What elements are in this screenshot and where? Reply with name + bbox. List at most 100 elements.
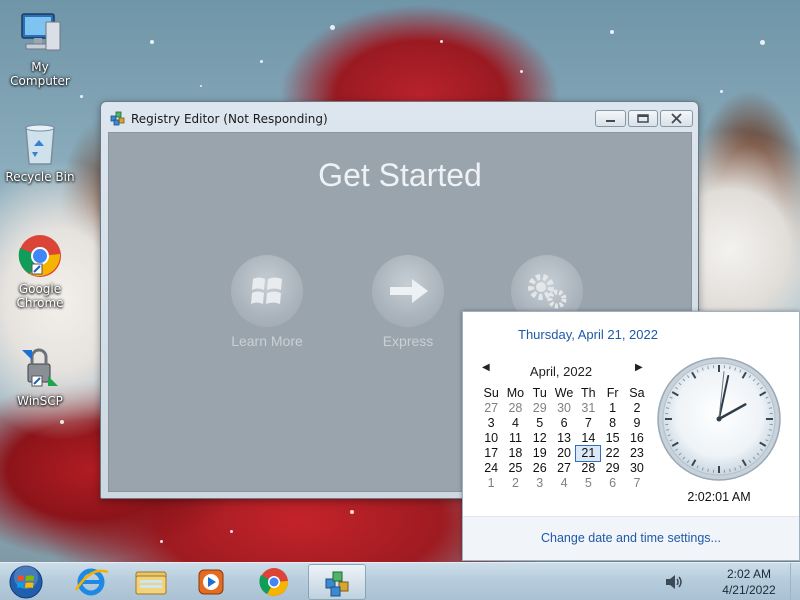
windows-orb-icon <box>9 565 43 599</box>
file-explorer-icon <box>135 571 167 595</box>
calendar-week-row: 17 18 19 20 21 22 23 <box>479 445 649 462</box>
volume-icon[interactable] <box>664 574 684 590</box>
calendar-day[interactable]: 30 <box>552 401 576 416</box>
taskbar-google-chrome[interactable] <box>245 564 303 600</box>
desktop-icon-google-chrome[interactable]: Google Chrome <box>0 232 80 310</box>
winscp-icon <box>16 344 64 392</box>
calendar-week-row: 3 4 5 6 7 8 9 <box>479 416 649 431</box>
taskbar-file-explorer[interactable] <box>122 564 180 600</box>
calendar-day[interactable]: 15 <box>600 431 624 446</box>
learn-more-button[interactable]: Learn More <box>222 255 312 349</box>
calendar-day[interactable]: 31 <box>576 401 600 416</box>
calendar-day[interactable]: 16 <box>625 431 649 446</box>
calendar-day[interactable]: 20 <box>552 446 576 461</box>
clock-calendar-flyout[interactable]: Thursday, April 21, 2022 ◀ April, 2022 ▶… <box>462 311 800 561</box>
calendar-day[interactable]: 8 <box>600 416 624 431</box>
calendar-day[interactable]: 25 <box>503 461 527 476</box>
calendar-day[interactable]: 12 <box>528 431 552 446</box>
windows-logo-icon <box>231 255 303 327</box>
calendar-week-row: 24 25 26 27 28 29 30 <box>479 461 649 476</box>
chrome-icon <box>16 232 64 280</box>
minimize-icon <box>606 120 615 122</box>
weekday-header: Mo <box>506 386 525 400</box>
calendar-day[interactable]: 5 <box>528 416 552 431</box>
calendar-day[interactable]: 7 <box>576 416 600 431</box>
calendar-day[interactable]: 19 <box>528 446 552 461</box>
taskbar-clock[interactable]: 2:02 AM 4/21/2022 <box>705 566 793 598</box>
media-player-icon <box>198 569 224 595</box>
clock-minute-tick <box>707 366 709 370</box>
next-month-button[interactable]: ▶ <box>635 362 643 373</box>
clock-minute-tick <box>666 429 670 431</box>
taskbar-media-player[interactable] <box>182 564 240 600</box>
calendar-day[interactable]: 22 <box>600 446 624 461</box>
calendar-day[interactable]: 14 <box>576 431 600 446</box>
arrow-right-icon <box>372 255 444 327</box>
previous-month-button[interactable]: ◀ <box>482 362 490 373</box>
express-label: Express <box>382 333 434 349</box>
window-titlebar[interactable]: Registry Editor (Not Responding) <box>101 102 698 132</box>
calendar-day[interactable]: 10 <box>479 431 503 446</box>
taskbar-internet-explorer[interactable] <box>62 564 120 600</box>
calendar-day[interactable]: 7 <box>625 476 649 491</box>
calendar-day[interactable]: 1 <box>479 476 503 491</box>
taskbar: 2:02 AM 4/21/2022 <box>0 562 800 600</box>
calendar-day[interactable]: 27 <box>552 461 576 476</box>
calendar-week-row: 10 11 12 13 14 15 16 <box>479 431 649 446</box>
clock-minute-tick <box>768 407 772 409</box>
desktop-icon-my-computer[interactable]: My Computer <box>0 10 80 88</box>
weekday-header: Fr <box>606 386 619 400</box>
calendar-day[interactable]: 27 <box>479 401 503 416</box>
calendar-day-today[interactable]: 21 <box>575 445 602 462</box>
calendar-day[interactable]: 23 <box>625 446 649 461</box>
weekday-header: Tu <box>532 386 547 400</box>
close-button[interactable] <box>660 110 693 127</box>
calendar-day[interactable]: 28 <box>503 401 527 416</box>
internet-explorer-icon <box>74 568 109 596</box>
calendar-day[interactable]: 11 <box>503 431 527 446</box>
desktop-icon-label-line2: Chrome <box>16 296 64 310</box>
calendar-day[interactable]: 4 <box>503 416 527 431</box>
calendar-day[interactable]: 28 <box>576 461 600 476</box>
calendar-month-label[interactable]: April, 2022 <box>503 364 619 379</box>
calendar-day[interactable]: 24 <box>479 461 503 476</box>
calendar-day[interactable]: 30 <box>625 461 649 476</box>
calendar-day[interactable]: 29 <box>528 401 552 416</box>
clock-minute-tick <box>729 366 731 370</box>
calendar-day[interactable]: 26 <box>528 461 552 476</box>
minimize-button[interactable] <box>595 110 626 127</box>
maximize-button[interactable] <box>628 110 658 127</box>
calendar-day[interactable]: 3 <box>479 416 503 431</box>
start-button[interactable] <box>6 564 46 600</box>
taskbar-registry-editor[interactable] <box>308 564 366 600</box>
calendar-day[interactable]: 13 <box>552 431 576 446</box>
computer-icon <box>16 10 64 58</box>
calendar-day[interactable]: 1 <box>600 401 624 416</box>
calendar-day[interactable]: 6 <box>600 476 624 491</box>
long-date-link[interactable]: Thursday, April 21, 2022 <box>463 327 713 342</box>
taskbar-time: 2:02 AM <box>726 567 772 581</box>
weekday-header-row: Su Mo Tu We Th Fr Sa <box>479 386 649 401</box>
calendar-day[interactable]: 2 <box>503 476 527 491</box>
calendar-day[interactable]: 3 <box>528 476 552 491</box>
calendar-day[interactable]: 4 <box>552 476 576 491</box>
calendar-day[interactable]: 9 <box>625 416 649 431</box>
calendar-day[interactable]: 5 <box>576 476 600 491</box>
desktop-icon-winscp[interactable]: WinSCP <box>0 344 80 408</box>
close-icon <box>671 113 682 124</box>
show-desktop-button[interactable] <box>790 563 800 600</box>
weekday-header: Th <box>581 386 596 400</box>
flyout-footer: Change date and time settings... <box>463 516 799 560</box>
calendar-day[interactable]: 2 <box>625 401 649 416</box>
clock-minute-tick <box>729 468 731 472</box>
clock-minute-tick <box>666 407 670 409</box>
weekday-header: Su <box>483 386 499 400</box>
change-date-time-settings-link[interactable]: Change date and time settings... <box>463 531 799 545</box>
calendar-day[interactable]: 6 <box>552 416 576 431</box>
calendar-day[interactable]: 18 <box>503 446 527 461</box>
calendar-day[interactable]: 29 <box>600 461 624 476</box>
express-button[interactable]: Express <box>363 255 453 349</box>
desktop-icon-recycle-bin[interactable]: Recycle Bin <box>0 120 80 184</box>
calendar-day[interactable]: 17 <box>479 446 503 461</box>
weekday-header: We <box>554 386 574 400</box>
